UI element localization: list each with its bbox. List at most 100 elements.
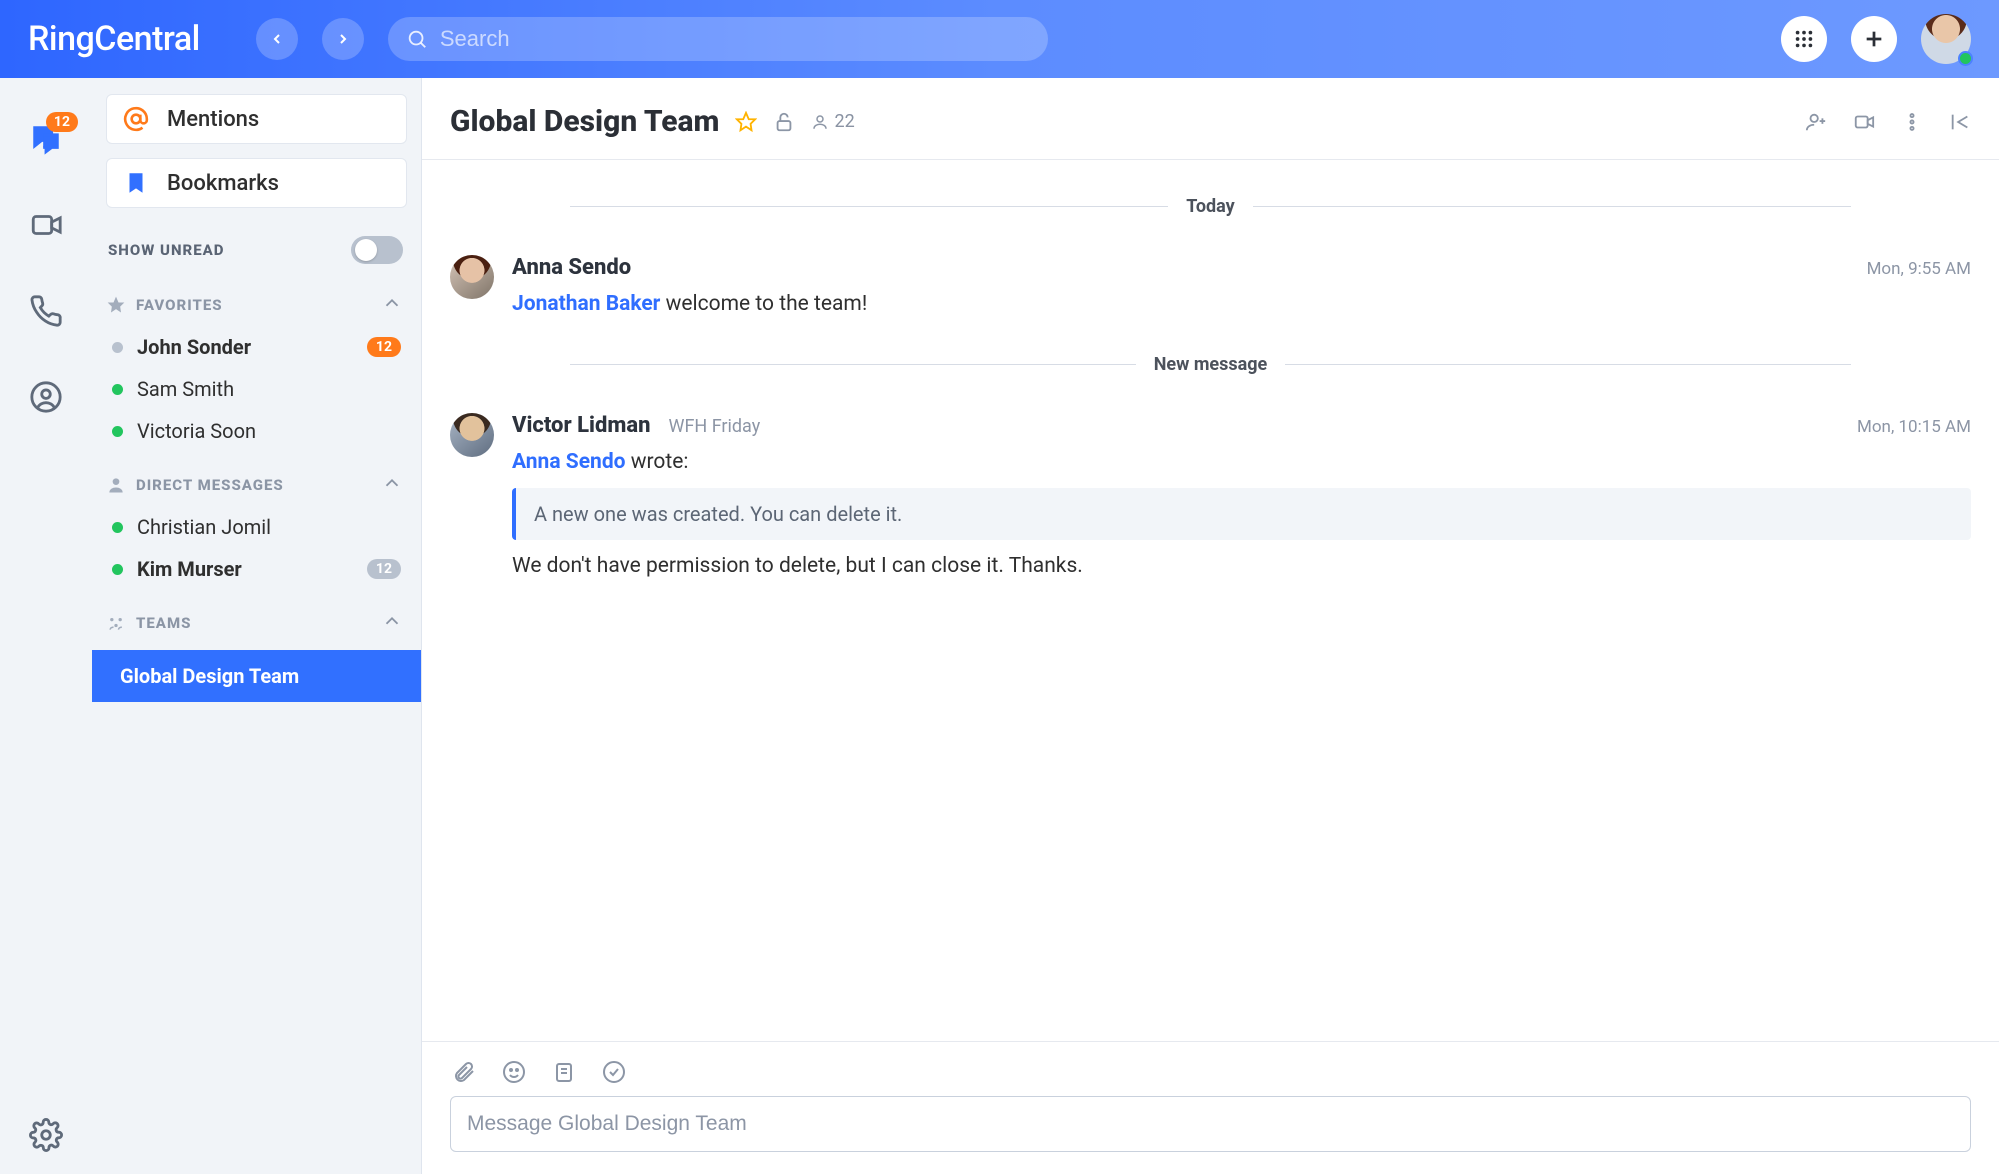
rail-contacts[interactable]	[0, 380, 92, 414]
chevron-right-icon	[335, 31, 351, 47]
dm-collapse[interactable]	[381, 472, 403, 498]
plus-icon	[1863, 28, 1885, 50]
bookmark-icon	[123, 170, 149, 196]
show-unread-toggle[interactable]	[351, 236, 403, 264]
mentions-label: Mentions	[167, 107, 259, 132]
note-icon[interactable]	[552, 1060, 576, 1084]
message-body: Jonathan Baker welcome to the team!	[512, 292, 1971, 316]
message-timestamp: Mon, 10:15 AM	[1857, 417, 1971, 437]
start-video-icon[interactable]	[1853, 111, 1875, 133]
search-input[interactable]	[440, 26, 1030, 52]
task-icon[interactable]	[602, 1060, 626, 1084]
favorite-item[interactable]: Victoria Soon	[106, 410, 407, 452]
favorites-collapse[interactable]	[381, 292, 403, 318]
nav-rail: 12	[0, 78, 92, 1174]
dialpad-button[interactable]	[1781, 16, 1827, 62]
presence-dot-offline	[112, 342, 123, 353]
message-composer	[422, 1041, 1999, 1174]
conversation-pane: Global Design Team 22 Today Anna Sendo	[422, 78, 1999, 1174]
section-favorites-label: FAVORITES	[136, 296, 223, 314]
add-member-icon[interactable]	[1805, 111, 1827, 133]
composer-input[interactable]	[450, 1096, 1971, 1152]
user-mention[interactable]: Jonathan Baker	[512, 292, 660, 316]
bookmarks-label: Bookmarks	[167, 171, 279, 196]
rail-settings[interactable]	[0, 1118, 92, 1152]
message-timestamp: Mon, 9:55 AM	[1867, 259, 1971, 279]
new-message-divider: New message	[570, 354, 1851, 375]
section-favorites-header[interactable]: FAVORITES	[106, 272, 407, 326]
teams-collapse[interactable]	[381, 610, 403, 636]
section-dm-label: DIRECT MESSAGES	[136, 476, 284, 494]
unread-badge: 12	[367, 559, 401, 579]
presence-dot-online	[112, 564, 123, 575]
contacts-icon	[29, 380, 63, 414]
presence-dot-online	[112, 522, 123, 533]
bookmarks-button[interactable]: Bookmarks	[106, 158, 407, 208]
message-sender[interactable]: Anna Sendo	[512, 255, 631, 280]
favorite-item[interactable]: John Sonder 12	[106, 326, 407, 368]
message-item: Victor Lidman WFH Friday Mon, 10:15 AM A…	[450, 399, 1971, 592]
favorite-item[interactable]: Sam Smith	[106, 368, 407, 410]
favorite-name: John Sonder	[137, 335, 251, 359]
unread-badge: 12	[367, 337, 401, 357]
phone-icon	[29, 294, 63, 328]
sender-avatar[interactable]	[450, 255, 494, 299]
team-item-active[interactable]: Global Design Team	[92, 650, 421, 702]
mentions-button[interactable]: Mentions	[106, 94, 407, 144]
message-body: We don't have permission to delete, but …	[512, 554, 1971, 578]
section-dm-header[interactable]: DIRECT MESSAGES	[106, 452, 407, 506]
message-sender[interactable]: Victor Lidman	[512, 413, 650, 438]
quote-attribution: Anna Sendo wrote:	[512, 450, 1971, 474]
chevron-up-icon	[381, 610, 403, 632]
rail-chat[interactable]: 12	[0, 122, 92, 156]
conversation-sidebar: Mentions Bookmarks SHOW UNREAD FAVORITES…	[92, 78, 422, 1174]
favorite-star-icon[interactable]	[735, 111, 757, 133]
chevron-up-icon	[381, 472, 403, 494]
member-count[interactable]: 22	[811, 111, 854, 132]
dm-item[interactable]: Kim Murser 12	[106, 548, 407, 590]
nav-forward-button[interactable]	[322, 18, 364, 60]
at-icon	[123, 106, 149, 132]
sender-status: WFH Friday	[668, 416, 760, 437]
section-teams-header[interactable]: TEAMS	[106, 590, 407, 644]
search-bar[interactable]	[388, 17, 1048, 61]
current-user-avatar[interactable]	[1921, 14, 1971, 64]
rail-video[interactable]	[0, 208, 92, 242]
conversation-actions	[1805, 111, 1971, 133]
presence-dot-online	[112, 426, 123, 437]
new-action-button[interactable]	[1851, 16, 1897, 62]
quoted-message: A new one was created. You can delete it…	[512, 488, 1971, 540]
search-icon	[406, 28, 428, 50]
team-icon	[106, 613, 126, 633]
dm-name: Kim Murser	[137, 557, 242, 581]
dm-item[interactable]: Christian Jomil	[106, 506, 407, 548]
message-item: Anna Sendo Mon, 9:55 AM Jonathan Baker w…	[450, 241, 1971, 330]
message-list[interactable]: Today Anna Sendo Mon, 9:55 AM Jonathan B…	[422, 160, 1999, 1041]
presence-indicator	[1958, 51, 1973, 66]
nav-back-button[interactable]	[256, 18, 298, 60]
brand-logo: RingCentral	[28, 19, 232, 59]
sender-avatar[interactable]	[450, 413, 494, 457]
team-name: Global Design Team	[120, 664, 299, 688]
show-unread-label: SHOW UNREAD	[108, 241, 225, 259]
collapse-panel-icon[interactable]	[1949, 111, 1971, 133]
user-mention[interactable]: Anna Sendo	[512, 450, 626, 474]
favorite-name: Victoria Soon	[137, 419, 256, 443]
more-options-icon[interactable]	[1901, 111, 1923, 133]
dm-name: Christian Jomil	[137, 515, 271, 539]
star-icon	[106, 295, 126, 315]
chevron-up-icon	[381, 292, 403, 314]
rail-phone[interactable]	[0, 294, 92, 328]
message-text: welcome to the team!	[666, 292, 868, 316]
dialpad-icon	[1793, 28, 1815, 50]
lock-open-icon[interactable]	[773, 111, 795, 133]
attach-icon[interactable]	[452, 1060, 476, 1084]
section-teams-label: TEAMS	[136, 614, 191, 632]
chevron-left-icon	[269, 31, 285, 47]
video-icon	[29, 208, 63, 242]
app-header: RingCentral	[0, 0, 1999, 78]
emoji-icon[interactable]	[502, 1060, 526, 1084]
chat-unread-badge: 12	[46, 112, 78, 132]
favorite-name: Sam Smith	[137, 377, 234, 401]
gear-icon	[29, 1118, 63, 1152]
